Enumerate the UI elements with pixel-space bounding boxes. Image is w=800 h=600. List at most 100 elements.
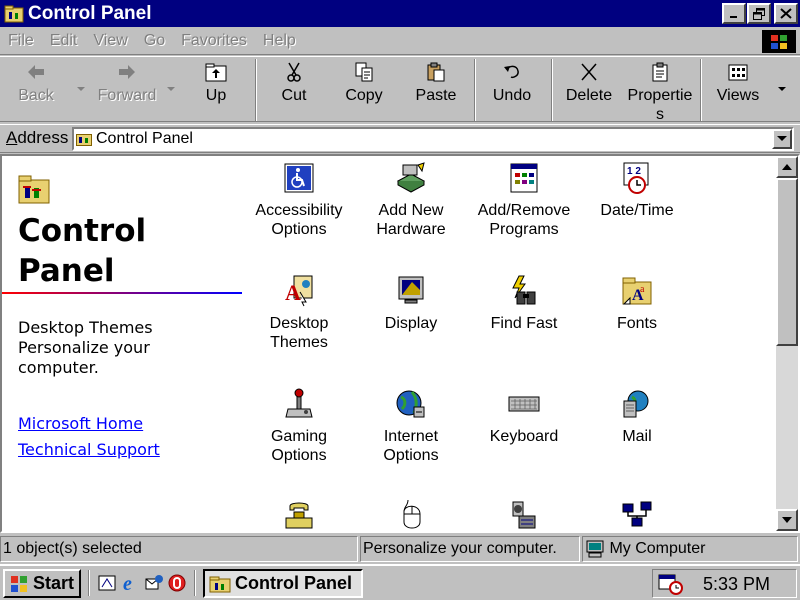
my-computer-icon [586, 540, 604, 558]
back-label: Back [18, 87, 54, 104]
taskbar: Start e Control Panel 5:33 PM [0, 564, 800, 600]
quicklaunch-separator [194, 570, 196, 596]
keyboard-icon [508, 396, 540, 412]
address-input[interactable]: Control Panel [72, 127, 794, 151]
date-time-item[interactable]: 1 2 Date/Time [578, 161, 696, 220]
internet-options-item[interactable]: Internet Options [352, 387, 470, 465]
menu-help[interactable]: Help [255, 32, 304, 50]
restore-button[interactable] [747, 3, 771, 24]
svg-text:1 2: 1 2 [627, 166, 641, 177]
scroll-thumb[interactable] [776, 178, 798, 346]
windows-logo-icon [762, 30, 796, 53]
undo-label: Undo [492, 87, 532, 104]
gaming-options-item[interactable]: Gaming Options [240, 387, 358, 465]
gaming-options-icon [285, 388, 313, 418]
delete-x-icon [581, 63, 597, 81]
taskbar-control-panel-button[interactable]: Control Panel [203, 569, 363, 598]
scroll-up-button[interactable] [776, 156, 798, 178]
properties-label-wrap: s [656, 106, 664, 123]
back-button[interactable]: Back [8, 61, 64, 119]
title-divider [2, 292, 242, 294]
find-fast-icon [512, 275, 536, 305]
web-view-panel: Control Panel Desktop Themes Personalize… [2, 156, 252, 531]
back-dropdown-icon[interactable] [77, 87, 85, 91]
chevron-down-icon [777, 136, 787, 141]
outlook-express-icon[interactable] [144, 573, 164, 593]
status-zone: My Computer [582, 536, 798, 562]
keyboard-item[interactable]: Keyboard [465, 387, 583, 446]
toolbar-separator [551, 59, 553, 121]
scissors-icon [287, 62, 301, 82]
paste-button[interactable]: Paste [408, 61, 464, 119]
cut-button[interactable]: Cut [266, 61, 322, 119]
views-dropdown-icon[interactable] [778, 87, 786, 91]
undo-icon [504, 65, 519, 78]
menu-file[interactable]: File [0, 32, 42, 50]
add-remove-programs-item[interactable]: Add/Remove Programs [465, 161, 583, 239]
internet-explorer-icon[interactable]: e [121, 573, 141, 593]
network-icon [622, 501, 652, 527]
add-new-hardware-item[interactable]: Add New Hardware [352, 161, 470, 239]
mouse-item[interactable] [352, 498, 470, 531]
add-hardware-icon [396, 162, 426, 193]
control-panel-folder-icon [18, 175, 50, 204]
address-bar: Address Control Panel [0, 124, 800, 153]
menu-edit[interactable]: Edit [42, 32, 86, 50]
clock[interactable]: 5:33 PM [703, 574, 770, 595]
address-dropdown-button[interactable] [772, 129, 792, 149]
copy-icon [355, 62, 373, 82]
vertical-scrollbar[interactable] [776, 156, 798, 531]
control-panel-icon [209, 576, 231, 592]
system-tray: 5:33 PM [652, 569, 797, 598]
copy-label: Copy [345, 87, 383, 104]
menu-view[interactable]: View [85, 32, 135, 50]
modems-item[interactable] [240, 498, 358, 531]
close-button[interactable] [774, 3, 798, 24]
copy-button[interactable]: Copy [336, 61, 392, 119]
modems-icon [285, 502, 313, 529]
delete-button[interactable]: Delete [561, 61, 617, 119]
microsoft-home-link[interactable]: Microsoft Home [18, 414, 143, 433]
up-button[interactable]: Up [190, 61, 242, 119]
scroll-down-button[interactable] [776, 509, 798, 531]
control-panel-icon [4, 5, 24, 22]
menu-favorites[interactable]: Favorites [173, 32, 255, 50]
desktop-themes-item[interactable]: A Desktop Themes [240, 274, 358, 352]
find-fast-item[interactable]: Find Fast [465, 274, 583, 333]
multimedia-icon [512, 501, 536, 529]
address-value: Control Panel [96, 130, 193, 147]
forward-button[interactable]: Forward [94, 61, 160, 119]
views-button[interactable]: Views [710, 61, 766, 119]
display-item[interactable]: Display [352, 274, 470, 333]
mail-item[interactable]: Mail [578, 387, 696, 446]
network-item[interactable] [578, 498, 696, 531]
scheduler-icon[interactable] [657, 573, 683, 595]
show-desktop-icon[interactable] [97, 573, 117, 593]
chevron-down-icon [782, 517, 792, 523]
menu-go[interactable]: Go [136, 32, 173, 50]
fonts-item[interactable]: Aa Fonts [578, 274, 696, 333]
start-button[interactable]: Start [3, 569, 81, 598]
views-icon [728, 64, 748, 81]
internet-options-icon [396, 390, 425, 418]
accessibility-icon [284, 163, 314, 193]
address-label: Address [6, 128, 69, 147]
media-icon[interactable] [167, 573, 187, 593]
undo-button[interactable]: Undo [484, 61, 540, 119]
date-time-icon: 1 2 [623, 162, 649, 194]
minimize-button[interactable] [722, 3, 746, 24]
multimedia-item[interactable] [465, 498, 583, 531]
technical-support-link[interactable]: Technical Support [18, 440, 160, 459]
task-label: Control Panel [235, 573, 353, 593]
accessibility-options-item[interactable]: Accessibility Options [240, 161, 358, 239]
selected-item-description: Personalize your computer. [18, 338, 150, 377]
forward-dropdown-icon[interactable] [167, 87, 175, 91]
properties-button[interactable]: Propertie s [624, 61, 696, 123]
window-title: Control Panel [28, 2, 152, 24]
cut-label: Cut [281, 87, 307, 104]
toolbar-separator [700, 59, 702, 121]
svg-text:a: a [640, 284, 645, 295]
control-panel-window: Control Panel File Edit View Go Favorite… [0, 0, 800, 563]
title-bar[interactable]: Control Panel [0, 0, 800, 27]
page-title: Control Panel [18, 213, 147, 289]
